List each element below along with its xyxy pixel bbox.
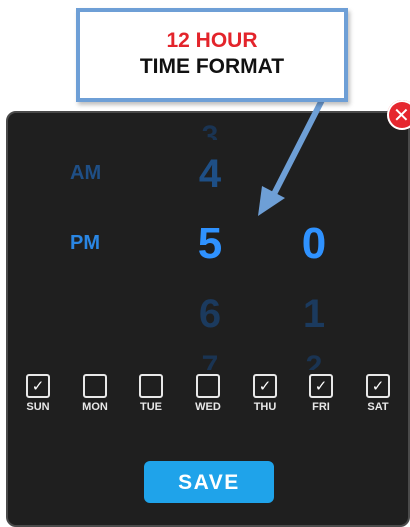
day-fri[interactable]: ✓ FRI xyxy=(301,374,341,413)
pm-option[interactable]: PM xyxy=(70,232,100,255)
minute-option-selected[interactable]: 0 xyxy=(294,222,334,266)
day-wed[interactable]: WED xyxy=(188,374,228,413)
check-icon: ✓ xyxy=(258,377,272,395)
check-icon: ✓ xyxy=(371,377,385,395)
am-option[interactable]: AM xyxy=(70,162,101,185)
save-button[interactable]: SAVE xyxy=(144,461,274,503)
wed-checkbox[interactable] xyxy=(196,374,220,398)
day-label-tue: TUE xyxy=(140,401,162,413)
minute-option-1[interactable]: 1 xyxy=(294,294,334,334)
close-icon[interactable]: ✕ xyxy=(387,100,410,130)
callout-box: 12 HOUR TIME FORMAT xyxy=(76,8,348,102)
check-icon: ✓ xyxy=(314,377,328,395)
fri-checkbox[interactable]: ✓ xyxy=(309,374,333,398)
sat-checkbox[interactable]: ✓ xyxy=(366,374,390,398)
sun-checkbox[interactable]: ✓ xyxy=(26,374,50,398)
time-picker-screen: AM PM 3 4 5 6 7 0 1 2 ✓ SUN MON TUE WED … xyxy=(0,0,410,527)
day-label-wed: WED xyxy=(195,401,221,413)
day-label-fri: FRI xyxy=(312,401,330,413)
check-icon: ✓ xyxy=(31,377,45,395)
mon-checkbox[interactable] xyxy=(83,374,107,398)
day-label-mon: MON xyxy=(82,401,108,413)
hour-option-7[interactable]: 7 xyxy=(192,352,228,370)
day-tue[interactable]: TUE xyxy=(131,374,171,413)
callout-title: 12 HOUR xyxy=(166,29,258,52)
hour-option-6[interactable]: 6 xyxy=(192,294,228,334)
hour-option-selected[interactable]: 5 xyxy=(192,222,228,266)
hour-option-4[interactable]: 4 xyxy=(192,154,228,194)
day-sun[interactable]: ✓ SUN xyxy=(18,374,58,413)
day-thu[interactable]: ✓ THU xyxy=(245,374,285,413)
hour-option-3[interactable]: 3 xyxy=(192,122,228,140)
day-label-thu: THU xyxy=(253,401,277,413)
minute-option-2[interactable]: 2 xyxy=(294,352,334,370)
callout-subtitle: TIME FORMAT xyxy=(139,55,285,78)
day-mon[interactable]: MON xyxy=(75,374,115,413)
thu-checkbox[interactable]: ✓ xyxy=(253,374,277,398)
tue-checkbox[interactable] xyxy=(139,374,163,398)
day-sat[interactable]: ✓ SAT xyxy=(358,374,398,413)
day-label-sun: SUN xyxy=(26,401,50,413)
day-label-sat: SAT xyxy=(367,401,389,413)
